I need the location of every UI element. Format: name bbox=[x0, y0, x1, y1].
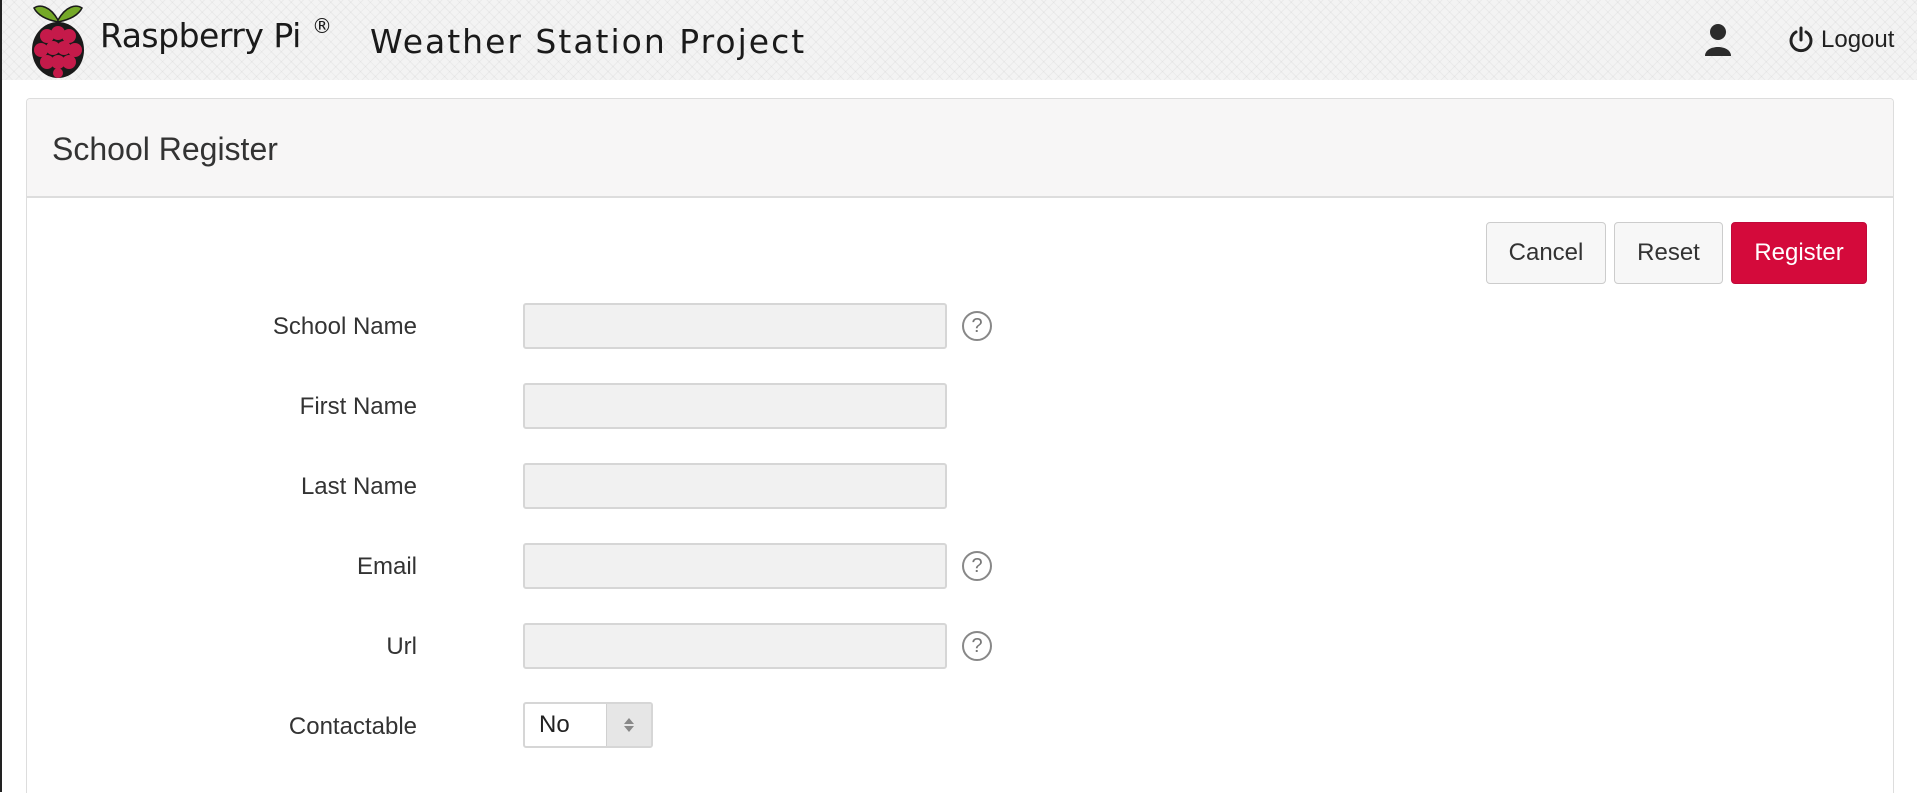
power-icon bbox=[1789, 26, 1813, 53]
last-name-label: Last Name bbox=[300, 473, 417, 500]
contactable-select[interactable]: No bbox=[523, 702, 653, 748]
project-title: Weather Station Project bbox=[370, 22, 807, 61]
contactable-label: Contactable bbox=[288, 713, 417, 740]
school-name-help-icon[interactable]: ? bbox=[962, 311, 992, 341]
url-input[interactable] bbox=[523, 623, 947, 669]
last-name-input[interactable] bbox=[523, 463, 947, 509]
email-label: Email bbox=[356, 553, 417, 580]
panel-heading: School Register bbox=[27, 99, 1893, 198]
first-name-label: First Name bbox=[299, 393, 417, 420]
first-name-input[interactable] bbox=[523, 383, 947, 429]
window-edge bbox=[0, 0, 2, 792]
contactable-selected-value: No bbox=[539, 711, 570, 738]
logout-button[interactable]: Logout bbox=[1787, 22, 1894, 58]
url-help-icon[interactable]: ? bbox=[962, 631, 992, 661]
school-name-input[interactable] bbox=[523, 303, 947, 349]
reset-button[interactable]: Reset bbox=[1614, 222, 1723, 284]
select-arrows-icon bbox=[606, 704, 651, 746]
page-title: School Register bbox=[52, 131, 278, 167]
register-button[interactable]: Register bbox=[1731, 222, 1867, 284]
url-label: Url bbox=[386, 633, 417, 660]
top-navbar: Raspberry Pi ® Weather Station Project L… bbox=[2, 0, 1917, 80]
cancel-button[interactable]: Cancel bbox=[1486, 222, 1606, 284]
register-panel: School Register Cancel Reset Register Sc… bbox=[26, 98, 1894, 793]
brand-name: Raspberry Pi bbox=[100, 16, 301, 55]
registered-mark: ® bbox=[312, 14, 332, 38]
email-input[interactable] bbox=[523, 543, 947, 589]
user-icon bbox=[1705, 24, 1731, 56]
raspberry-pi-logo bbox=[32, 5, 84, 78]
user-account-button[interactable] bbox=[1702, 22, 1734, 58]
logout-label: Logout bbox=[1821, 26, 1895, 53]
email-help-icon[interactable]: ? bbox=[962, 551, 992, 581]
school-name-label: School Name bbox=[272, 313, 417, 340]
